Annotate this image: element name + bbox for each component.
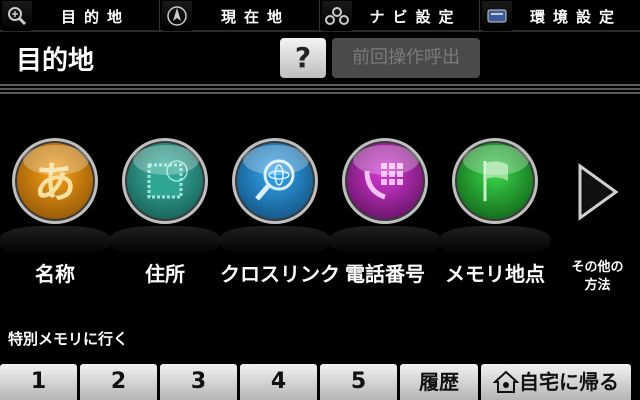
category-phone-button[interactable]: 電話番号 <box>330 138 440 298</box>
memory-button-2[interactable]: 2 <box>80 364 157 400</box>
tab-environment-settings[interactable]: 環境設定 <box>480 0 640 32</box>
tab-navi-settings[interactable]: ナビ設定 <box>320 0 480 32</box>
memory-button-3[interactable]: 3 <box>160 364 237 400</box>
history-button[interactable]: 履歴 <box>400 364 478 400</box>
home-icon <box>493 370 519 393</box>
next-arrow-icon[interactable] <box>572 160 622 224</box>
category-label: 名称 <box>35 262 75 286</box>
phone-keypad-icon <box>342 138 428 224</box>
search-icon <box>2 1 32 31</box>
compass-icon <box>162 1 192 31</box>
memory-button-5[interactable]: 5 <box>320 364 397 400</box>
go-home-label: 自宅に帰る <box>519 370 619 394</box>
tab-current-location[interactable]: 現在地 <box>160 0 320 32</box>
other-methods-label-line2: 方法 <box>584 278 611 293</box>
top-tab-bar: 目的地 現在地 ナビ設定 環境設定 <box>0 0 640 32</box>
car-icon <box>322 1 352 31</box>
tab-label: 環境設定 <box>529 7 622 26</box>
category-label: クロスリンク <box>220 262 340 286</box>
other-methods-label-line1: その他の <box>571 260 624 275</box>
hiragana-a-icon: あ <box>12 138 98 224</box>
recall-previous-operation-button[interactable]: 前回操作呼出 <box>332 38 480 78</box>
go-home-button[interactable]: 自宅に帰る <box>481 364 631 400</box>
screen-icon <box>482 1 512 31</box>
magnifier-network-icon <box>232 138 318 224</box>
postage-stamp-icon <box>122 138 208 224</box>
category-name-button[interactable]: あ 名称 <box>0 138 110 298</box>
tab-label: 現在地 <box>220 7 290 26</box>
category-crosslink-button[interactable]: クロスリンク <box>220 138 340 298</box>
tab-label: 目的地 <box>60 7 130 26</box>
category-address-button[interactable]: 住所 <box>110 138 220 298</box>
category-label: メモリ地点 <box>445 262 545 286</box>
category-label: 住所 <box>145 262 185 286</box>
svg-text:あ: あ <box>34 158 76 207</box>
tab-destination[interactable]: 目的地 <box>0 0 160 32</box>
memory-button-4[interactable]: 4 <box>240 364 317 400</box>
page-title: 目的地 <box>16 46 95 76</box>
flag-icon <box>452 138 538 224</box>
memory-button-row: 1 2 3 4 5 履歴 自宅に帰る <box>0 364 640 400</box>
special-memory-label: 特別メモリに行く <box>8 330 129 348</box>
help-button[interactable]: ? <box>280 38 326 78</box>
category-label: 電話番号 <box>345 262 425 286</box>
tab-label: ナビ設定 <box>369 7 462 26</box>
header-divider <box>0 84 640 94</box>
memory-button-1[interactable]: 1 <box>0 364 77 400</box>
category-memory-point-button[interactable]: メモリ地点 <box>440 138 550 298</box>
